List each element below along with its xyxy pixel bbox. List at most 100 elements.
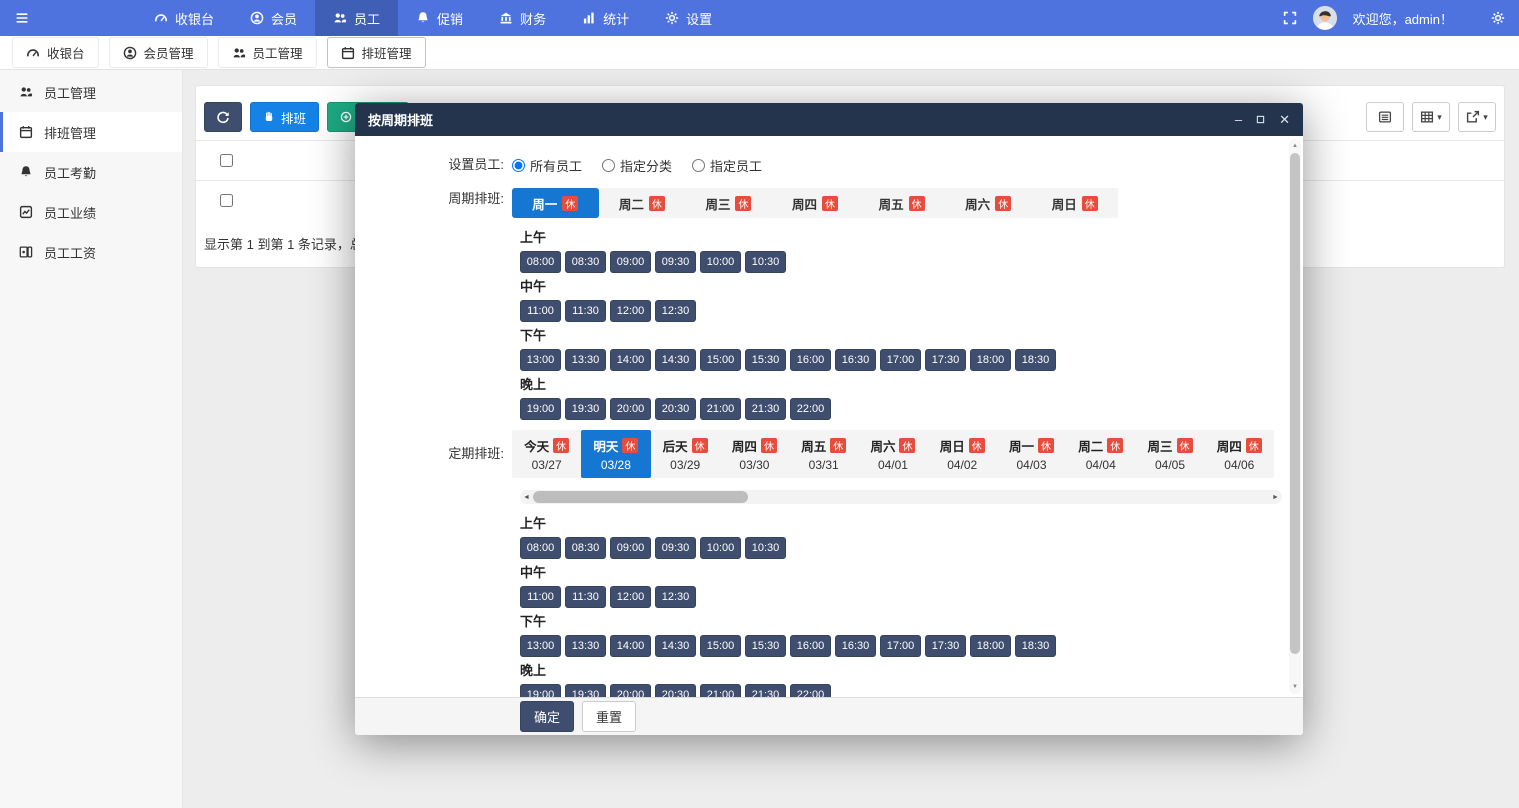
reset-button[interactable]: 重置 bbox=[582, 701, 636, 732]
cogs-icon[interactable] bbox=[1491, 11, 1505, 25]
time-slot-button[interactable]: 16:00 bbox=[790, 349, 831, 371]
tab-cashier[interactable]: 收银台 bbox=[12, 37, 99, 68]
employee-radio[interactable] bbox=[602, 159, 615, 172]
time-slot-button[interactable]: 12:00 bbox=[610, 586, 651, 608]
nav-item-staff[interactable]: 员工 bbox=[315, 0, 398, 36]
time-slot-button[interactable]: 17:30 bbox=[925, 349, 966, 371]
week-tab-3[interactable]: 周四休 bbox=[772, 188, 859, 218]
date-tab-5[interactable]: 周六休04/01 bbox=[858, 430, 927, 478]
date-tab-8[interactable]: 周二休04/04 bbox=[1066, 430, 1135, 478]
time-slot-button[interactable]: 11:30 bbox=[565, 300, 606, 322]
time-slot-button[interactable]: 18:30 bbox=[1015, 349, 1056, 371]
employee-option-2[interactable]: 指定员工 bbox=[692, 156, 762, 175]
time-slot-button[interactable]: 18:00 bbox=[970, 349, 1011, 371]
close-icon[interactable]: ✕ bbox=[1279, 113, 1290, 126]
nav-item-stats[interactable]: 统计 bbox=[564, 0, 647, 36]
time-slot-button[interactable]: 19:30 bbox=[565, 398, 606, 420]
week-tab-6[interactable]: 周日休 bbox=[1031, 188, 1118, 218]
time-slot-button[interactable]: 09:30 bbox=[655, 251, 696, 273]
time-slot-button[interactable]: 14:30 bbox=[655, 635, 696, 657]
time-slot-button[interactable]: 10:00 bbox=[700, 537, 741, 559]
time-slot-button[interactable]: 12:30 bbox=[655, 300, 696, 322]
time-slot-button[interactable]: 12:30 bbox=[655, 586, 696, 608]
time-slot-button[interactable]: 15:30 bbox=[745, 635, 786, 657]
date-tab-0[interactable]: 今天休03/27 bbox=[512, 430, 581, 478]
time-slot-button[interactable]: 08:30 bbox=[565, 251, 606, 273]
employee-radio[interactable] bbox=[692, 159, 705, 172]
time-slot-button[interactable]: 13:30 bbox=[565, 635, 606, 657]
time-slot-button[interactable]: 21:00 bbox=[700, 398, 741, 420]
row-checkbox[interactable] bbox=[220, 194, 233, 207]
time-slot-button[interactable]: 18:30 bbox=[1015, 635, 1056, 657]
time-slot-button[interactable]: 10:30 bbox=[745, 537, 786, 559]
scroll-left-icon[interactable]: ◄ bbox=[520, 490, 533, 504]
time-slot-button[interactable]: 14:00 bbox=[610, 635, 651, 657]
time-slot-button[interactable]: 16:30 bbox=[835, 635, 876, 657]
refresh-button[interactable] bbox=[204, 102, 242, 132]
time-slot-button[interactable]: 08:30 bbox=[565, 537, 606, 559]
time-slot-button[interactable]: 17:00 bbox=[880, 349, 921, 371]
date-tab-4[interactable]: 周五休03/31 bbox=[789, 430, 858, 478]
time-slot-button[interactable]: 08:00 bbox=[520, 251, 561, 273]
week-tab-2[interactable]: 周三休 bbox=[685, 188, 772, 218]
time-slot-button[interactable]: 12:00 bbox=[610, 300, 651, 322]
time-slot-button[interactable]: 16:30 bbox=[835, 349, 876, 371]
horizontal-scrollbar[interactable]: ◄ ► bbox=[520, 490, 1282, 504]
week-tab-5[interactable]: 周六休 bbox=[945, 188, 1032, 218]
detail-view-button[interactable] bbox=[1366, 102, 1404, 132]
time-slot-button[interactable]: 16:00 bbox=[790, 635, 831, 657]
time-slot-button[interactable]: 13:00 bbox=[520, 349, 561, 371]
time-slot-button[interactable]: 20:30 bbox=[655, 684, 696, 697]
time-slot-button[interactable]: 15:30 bbox=[745, 349, 786, 371]
confirm-button[interactable]: 确定 bbox=[520, 701, 574, 732]
time-slot-button[interactable]: 19:00 bbox=[520, 684, 561, 697]
time-slot-button[interactable]: 21:30 bbox=[745, 684, 786, 697]
date-tab-1[interactable]: 明天休03/28 bbox=[581, 430, 650, 478]
time-slot-button[interactable]: 10:30 bbox=[745, 251, 786, 273]
tab-member-manage[interactable]: 会员管理 bbox=[109, 37, 208, 68]
time-slot-button[interactable]: 11:00 bbox=[520, 300, 561, 322]
export-button[interactable]: ▾ bbox=[1458, 102, 1496, 132]
scroll-down-icon[interactable]: ▼ bbox=[1289, 681, 1301, 693]
vertical-scroll-thumb[interactable] bbox=[1290, 153, 1300, 654]
sidebar-item-wage[interactable]: 员工工资 bbox=[0, 232, 182, 272]
vertical-scrollbar[interactable]: ▲ ▼ bbox=[1289, 139, 1301, 694]
nav-item-settings[interactable]: 设置 bbox=[647, 0, 730, 36]
nav-item-member[interactable]: 会员 bbox=[232, 0, 315, 36]
employee-option-0[interactable]: 所有员工 bbox=[512, 156, 582, 175]
week-tab-1[interactable]: 周二休 bbox=[599, 188, 686, 218]
time-slot-button[interactable]: 20:00 bbox=[610, 684, 651, 697]
avatar[interactable] bbox=[1313, 6, 1337, 30]
employee-radio[interactable] bbox=[512, 159, 525, 172]
scroll-right-icon[interactable]: ► bbox=[1269, 490, 1282, 504]
date-tab-3[interactable]: 周四休03/30 bbox=[720, 430, 789, 478]
time-slot-button[interactable]: 20:00 bbox=[610, 398, 651, 420]
scroll-up-icon[interactable]: ▲ bbox=[1289, 140, 1301, 152]
select-all-checkbox[interactable] bbox=[220, 154, 233, 167]
employee-option-1[interactable]: 指定分类 bbox=[602, 156, 672, 175]
time-slot-button[interactable]: 08:00 bbox=[520, 537, 561, 559]
sidebar-item-schedule-manage[interactable]: 排班管理 bbox=[0, 112, 182, 152]
columns-button[interactable]: ▾ bbox=[1412, 102, 1450, 132]
time-slot-button[interactable]: 14:00 bbox=[610, 349, 651, 371]
nav-item-promotion[interactable]: 促销 bbox=[398, 0, 481, 36]
sidebar-item-performance[interactable]: 员工业绩 bbox=[0, 192, 182, 232]
time-slot-button[interactable]: 22:00 bbox=[790, 398, 831, 420]
time-slot-button[interactable]: 20:30 bbox=[655, 398, 696, 420]
time-slot-button[interactable]: 09:00 bbox=[610, 537, 651, 559]
nav-item-finance[interactable]: 财务 bbox=[481, 0, 564, 36]
date-tab-7[interactable]: 周一休04/03 bbox=[997, 430, 1066, 478]
maximize-icon[interactable] bbox=[1256, 115, 1265, 124]
date-tab-6[interactable]: 周日休04/02 bbox=[928, 430, 997, 478]
horizontal-scroll-thumb[interactable] bbox=[533, 491, 748, 503]
time-slot-button[interactable]: 13:30 bbox=[565, 349, 606, 371]
date-tab-9[interactable]: 周三休04/05 bbox=[1135, 430, 1204, 478]
time-slot-button[interactable]: 13:00 bbox=[520, 635, 561, 657]
time-slot-button[interactable]: 21:30 bbox=[745, 398, 786, 420]
time-slot-button[interactable]: 14:30 bbox=[655, 349, 696, 371]
time-slot-button[interactable]: 22:00 bbox=[790, 684, 831, 697]
sidebar-item-staff-manage[interactable]: 员工管理 bbox=[0, 72, 182, 112]
schedule-button[interactable]: 排班 bbox=[250, 102, 319, 132]
time-slot-button[interactable]: 17:00 bbox=[880, 635, 921, 657]
time-slot-button[interactable]: 10:00 bbox=[700, 251, 741, 273]
